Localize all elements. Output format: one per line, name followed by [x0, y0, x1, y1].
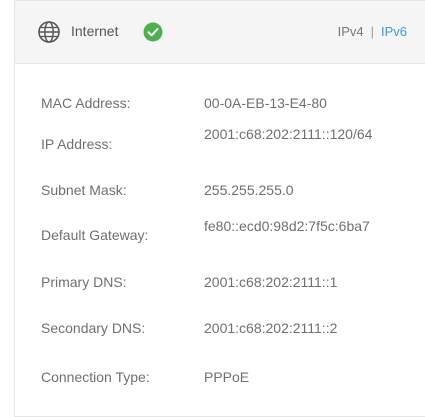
field-value: 2001:c68:202:2111::2	[204, 320, 338, 336]
protocol-separator: |	[370, 24, 374, 39]
field-value: 2001:c68:202:2111::120/64	[204, 126, 373, 142]
check-circle-icon	[143, 22, 163, 42]
field-value: 255.255.255.0	[204, 182, 294, 198]
tab-ipv6[interactable]: IPv6	[381, 24, 407, 39]
field-value: PPPoE	[204, 369, 250, 385]
field-label: IP Address:	[41, 136, 113, 152]
field-label: MAC Address:	[41, 95, 131, 111]
globe-icon	[38, 21, 60, 43]
panel-title: Internet	[71, 23, 119, 39]
field-label: Subnet Mask:	[41, 182, 127, 198]
protocol-switch: IPv4 | IPv6	[338, 24, 407, 39]
tab-ipv4[interactable]: IPv4	[338, 24, 364, 39]
field-label: Connection Type:	[41, 369, 150, 385]
field-label: Secondary DNS:	[41, 320, 146, 336]
field-value: 00-0A-EB-13-E4-80	[204, 95, 327, 111]
field-value: fe80::ecd0:98d2:7f5c:6ba7	[204, 218, 370, 234]
field-label: Default Gateway:	[41, 227, 149, 243]
field-value: 2001:c68:202:2111::1	[204, 274, 338, 290]
internet-status-panel: Internet IPv4 | IPv6 MAC Address: 00-0A-EB…	[14, 0, 425, 417]
panel-header: Internet IPv4 | IPv6	[15, 1, 425, 64]
field-label: Primary DNS:	[41, 274, 127, 290]
